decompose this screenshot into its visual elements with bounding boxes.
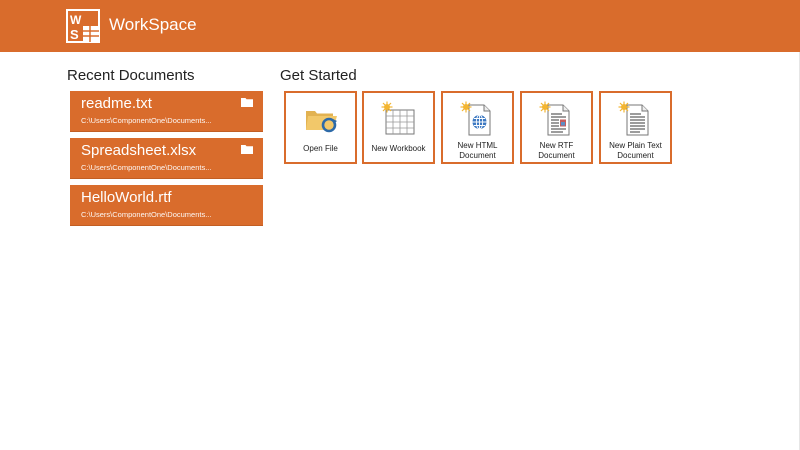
recent-document-path: C:\Users\ComponentOne\Documents... [81,210,212,219]
new-workbook-icon [381,101,415,135]
workspace-logo-icon: W S [66,9,100,43]
recent-documents-title: Recent Documents [67,67,195,84]
recent-document-item[interactable]: readme.txt C:\Users\ComponentOne\Documen… [70,91,263,132]
recent-documents-list: readme.txt C:\Users\ComponentOne\Documen… [70,91,263,232]
new-text-document-icon [618,101,649,136]
recent-document-name: readme.txt [81,95,152,112]
new-html-document-icon [460,101,491,136]
tile-label: New Workbook [371,144,426,153]
open-file-tile[interactable]: Open File [284,91,357,164]
folder-icon[interactable] [241,97,253,107]
title-bar: W S WorkSpace [0,0,800,52]
app-title: WorkSpace [109,15,197,34]
svg-text:W: W [70,13,82,27]
new-rtf-document-tile[interactable]: New RTF Document [520,91,593,164]
new-plain-text-document-tile[interactable]: New Plain Text Document [599,91,672,164]
folder-icon[interactable] [241,144,253,154]
recent-document-item[interactable]: HelloWorld.rtf C:\Users\ComponentOne\Doc… [70,185,263,226]
new-workbook-tile[interactable]: New Workbook [362,91,435,164]
recent-document-path: C:\Users\ComponentOne\Documents... [81,163,212,172]
open-folder-icon [306,111,337,133]
tile-label: Open File [303,144,338,153]
tile-label: New RTF Document [538,141,575,160]
svg-text:S: S [70,27,79,42]
recent-document-path: C:\Users\ComponentOne\Documents... [81,116,212,125]
get-started-title: Get Started [280,67,357,84]
recent-document-name: Spreadsheet.xlsx [81,142,197,159]
recent-document-item[interactable]: Spreadsheet.xlsx C:\Users\ComponentOne\D… [70,138,263,179]
tile-label: New HTML Document [457,141,498,160]
new-html-document-tile[interactable]: New HTML Document [441,91,514,164]
new-rtf-document-icon [539,101,570,136]
tile-label: New Plain Text Document [609,141,662,160]
recent-document-name: HelloWorld.rtf [81,189,172,206]
